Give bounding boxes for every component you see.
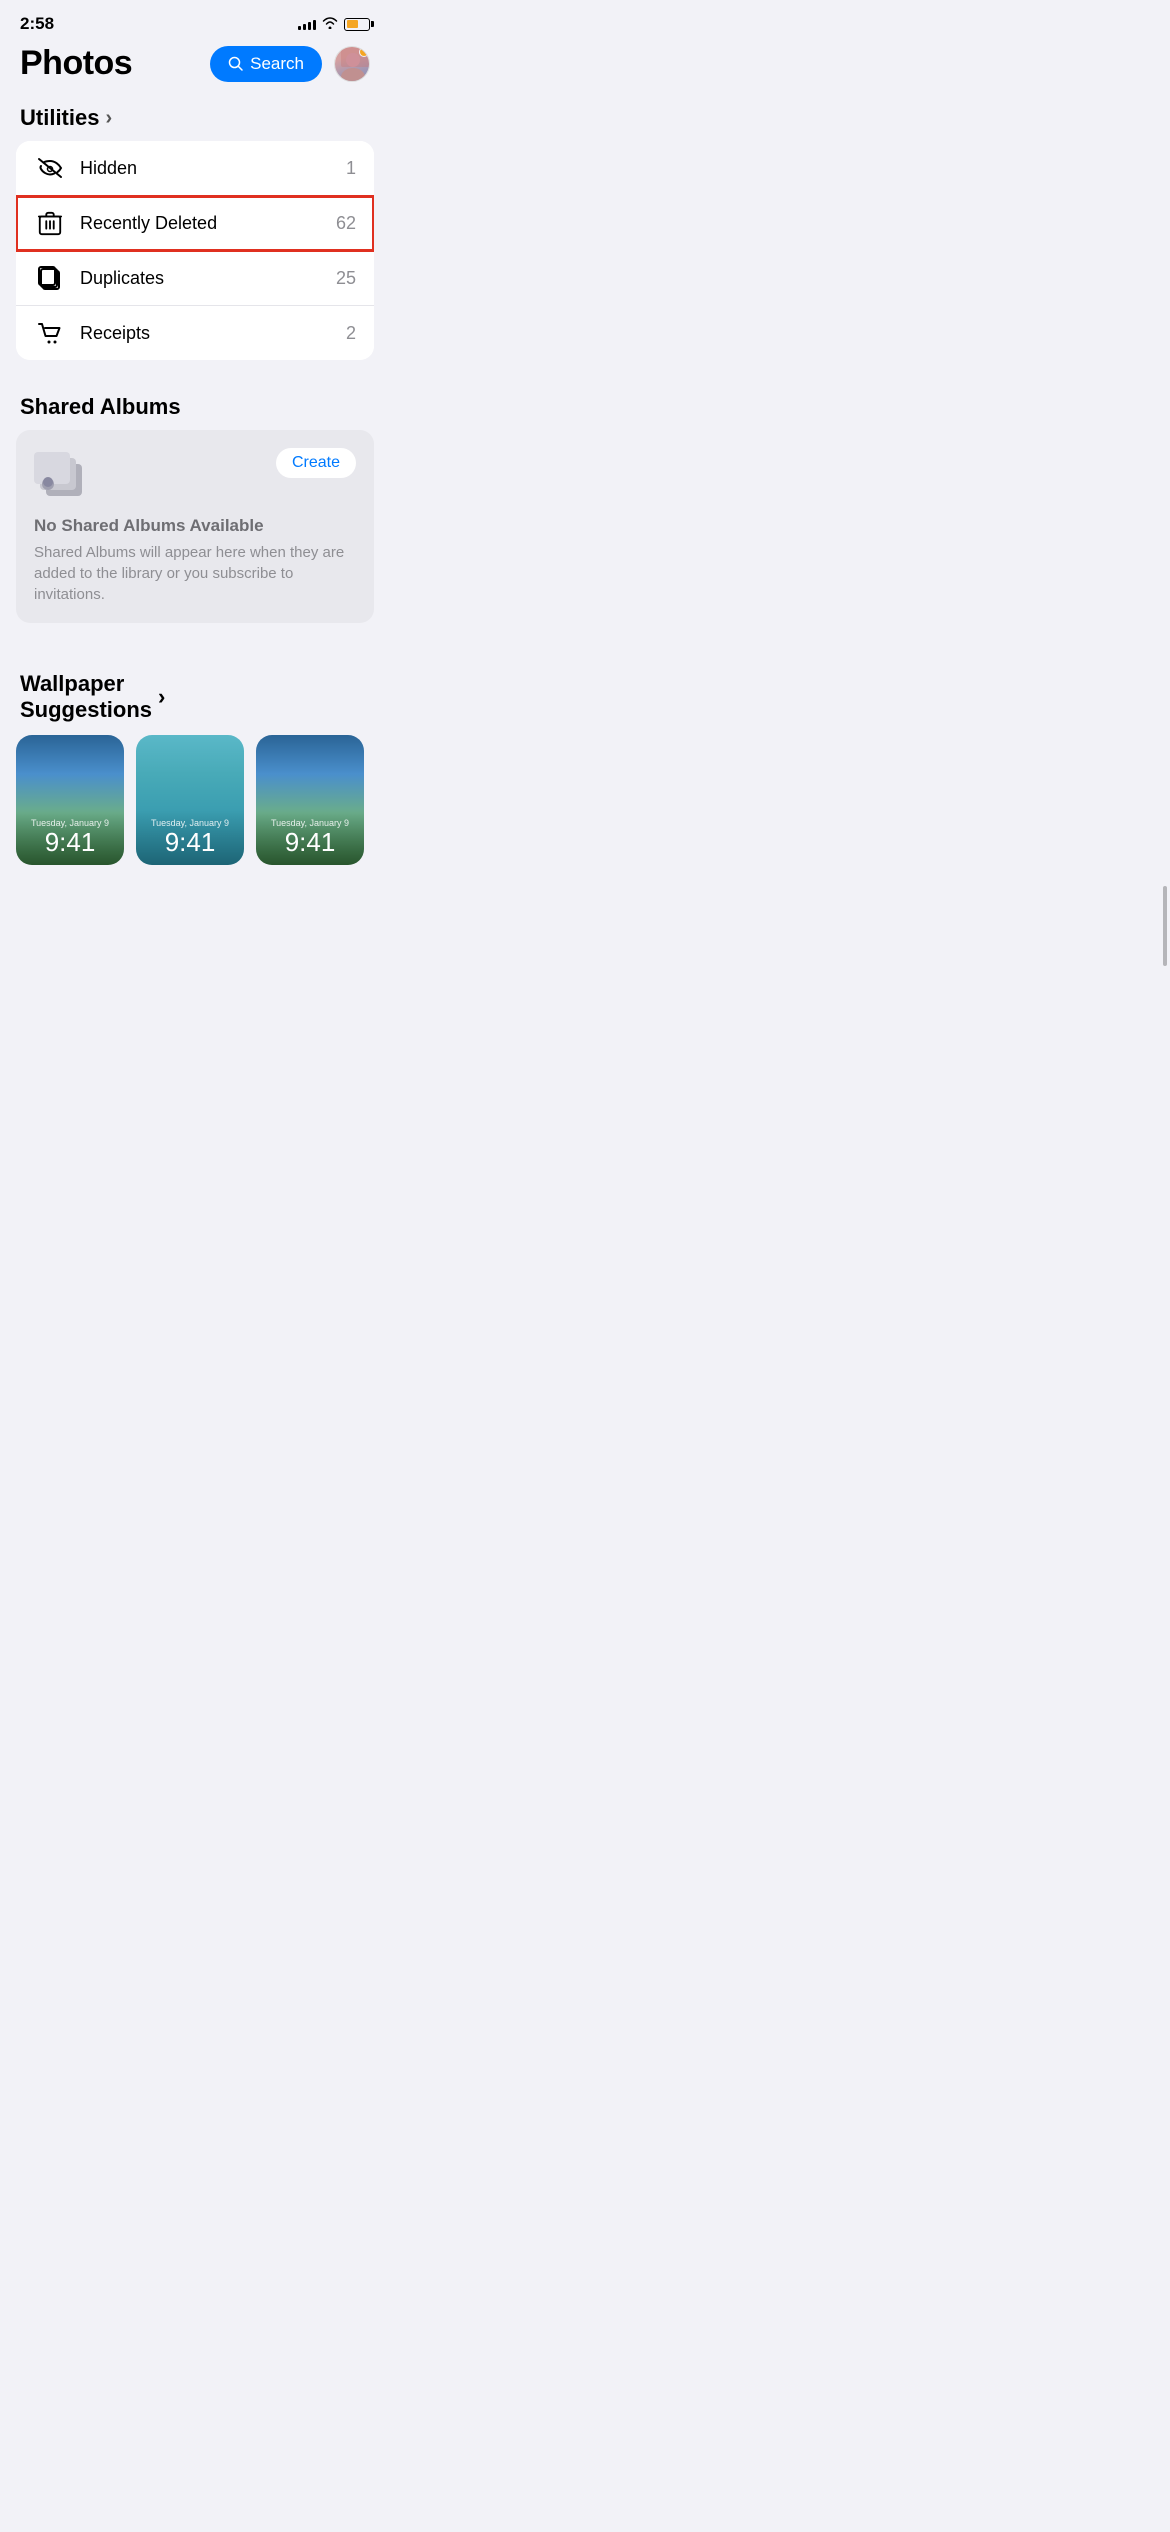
shared-albums-section-title[interactable]: Shared Albums — [0, 384, 390, 430]
shared-albums-empty-title: No Shared Albums Available — [34, 516, 356, 536]
album-stack-icon — [34, 448, 90, 500]
recently-deleted-count: 62 — [336, 213, 356, 234]
wallpaper-card-1[interactable]: Tuesday, January 9 9:41 — [16, 735, 124, 865]
status-icons — [298, 16, 370, 32]
hidden-icon — [34, 155, 66, 181]
duplicates-count: 25 — [336, 268, 356, 289]
search-button[interactable]: Search — [210, 46, 322, 82]
trash-icon — [34, 210, 66, 236]
status-bar: 2:58 — [0, 0, 390, 40]
create-button[interactable]: Create — [276, 448, 356, 478]
receipts-count: 2 — [346, 323, 356, 344]
hidden-item[interactable]: Hidden 1 — [16, 141, 374, 196]
recently-deleted-label: Recently Deleted — [80, 213, 336, 234]
avatar-notification-dot — [359, 47, 369, 57]
wallpaper-time-1: 9:41 — [24, 828, 116, 857]
wallpaper-scroll: Tuesday, January 9 9:41 Tuesday, January… — [0, 735, 390, 865]
wifi-icon — [322, 16, 338, 32]
status-time: 2:58 — [20, 14, 54, 34]
wallpaper-section-title[interactable]: Wallpaper Suggestions › — [0, 671, 390, 735]
chevron-right-icon: › — [105, 107, 112, 130]
gap-1 — [0, 360, 390, 384]
header: Photos Search — [0, 40, 390, 95]
shared-albums-card: Create No Shared Albums Available Shared… — [16, 430, 374, 623]
signal-icon — [298, 18, 316, 30]
gap-2 — [0, 623, 390, 647]
shared-albums-empty-desc: Shared Albums will appear here when they… — [34, 542, 356, 605]
search-icon — [228, 56, 244, 72]
scroll-indicator[interactable] — [1163, 886, 1167, 966]
header-actions: Search — [210, 46, 370, 82]
duplicates-label: Duplicates — [80, 268, 336, 289]
receipts-label: Receipts — [80, 323, 346, 344]
avatar[interactable] — [334, 46, 370, 82]
cart-icon — [34, 320, 66, 346]
battery-icon — [344, 18, 370, 31]
hidden-count: 1 — [346, 158, 356, 179]
wallpaper-card-3[interactable]: Tuesday, January 9 9:41 — [256, 735, 364, 865]
utilities-section-title[interactable]: Utilities › — [0, 95, 390, 141]
duplicate-icon — [34, 265, 66, 291]
recently-deleted-item[interactable]: Recently Deleted 62 — [16, 196, 374, 251]
wallpaper-time-3: 9:41 — [264, 828, 356, 857]
shared-albums-icon — [34, 448, 90, 504]
wallpaper-chevron-icon: › — [158, 684, 165, 710]
wallpaper-section: Wallpaper Suggestions › Tuesday, January… — [0, 671, 390, 865]
hidden-label: Hidden — [80, 158, 346, 179]
utilities-card: Hidden 1 Recently Deleted 62 Duplicates … — [16, 141, 374, 360]
page-title: Photos — [20, 44, 132, 83]
wallpaper-card-2[interactable]: Tuesday, January 9 9:41 — [136, 735, 244, 865]
wallpaper-time-2: 9:41 — [144, 828, 236, 857]
duplicates-item[interactable]: Duplicates 25 — [16, 251, 374, 306]
receipts-item[interactable]: Receipts 2 — [16, 306, 374, 360]
